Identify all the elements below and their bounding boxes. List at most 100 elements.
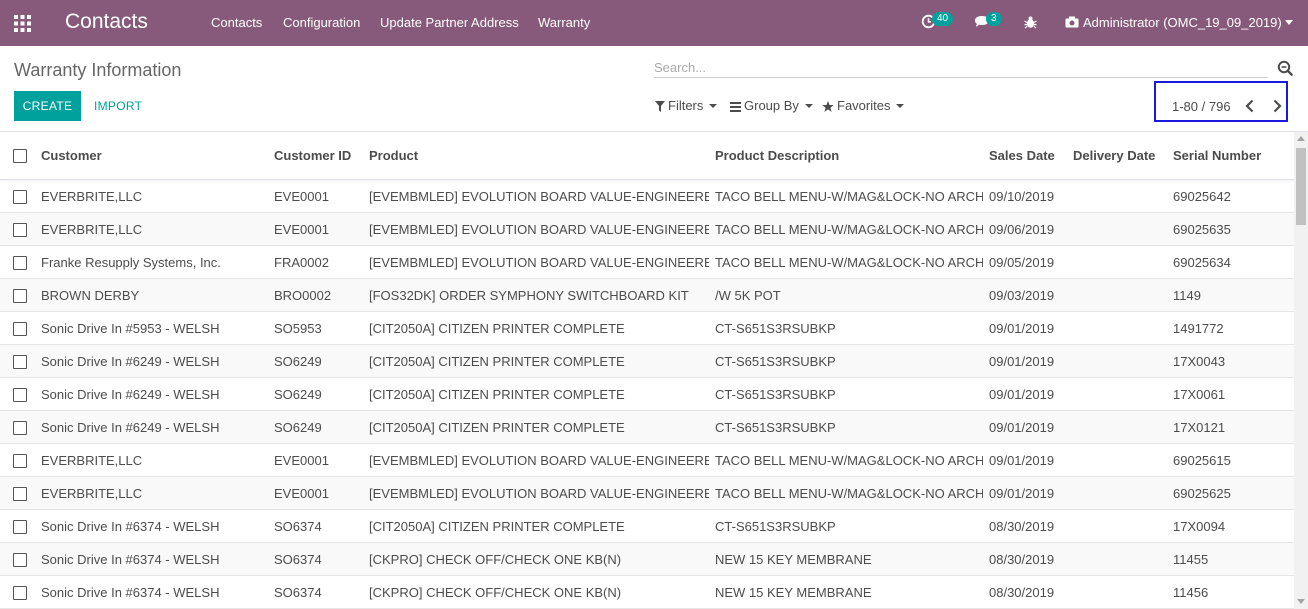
favorites-dropdown[interactable]: Favorites <box>822 98 905 114</box>
cell-serial-number: 69025634 <box>1173 255 1231 270</box>
cell-product-description: NEW 15 KEY MEMBRANE <box>715 585 872 600</box>
column-header-serial-number[interactable]: Serial Number <box>1173 132 1291 180</box>
table-row[interactable]: EVERBRITE,LLC EVE0001 [EVEMBMLED] EVOLUTIO… <box>0 477 1294 510</box>
cell-product: [CIT2050A] CITIZEN PRINTER COMPLETE <box>369 387 625 402</box>
cell-customer-id: SO6374 <box>274 552 322 567</box>
cell-sales-date: 09/05/2019 <box>989 255 1055 270</box>
cell-sales-date: 09/01/2019 <box>989 321 1055 336</box>
row-checkbox[interactable] <box>13 421 27 435</box>
messages-count-badge: 3 <box>986 12 1002 26</box>
menu-update-partner-address[interactable]: Update Partner Address <box>380 15 519 31</box>
group-by-caret-icon <box>804 104 813 108</box>
filters-dropdown[interactable]: Filters <box>655 98 718 114</box>
cell-product-description: CT-S651S3RSUBKP <box>715 354 836 369</box>
cell-serial-number: 69025642 <box>1173 189 1231 204</box>
table-row[interactable]: Sonic Drive In #6374 - WELSH SO6374 [CKPRO… <box>0 543 1294 576</box>
pager-previous-icon[interactable] <box>1244 99 1256 113</box>
scroll-up-arrow-icon[interactable] <box>1297 136 1305 141</box>
table-row[interactable]: Sonic Drive In #5953 - WELSH SO5953 [CIT20… <box>0 312 1294 345</box>
row-checkbox[interactable] <box>13 322 27 336</box>
row-checkbox[interactable] <box>13 586 27 600</box>
table-row[interactable]: Sonic Drive In #6249 - WELSH SO6249 [CIT20… <box>0 411 1294 444</box>
apps-grid-icon[interactable] <box>14 15 31 32</box>
row-checkbox[interactable] <box>13 487 27 501</box>
row-checkbox[interactable] <box>13 520 27 534</box>
cell-customer: Franke Resupply Systems, Inc. <box>41 255 221 270</box>
user-menu[interactable]: Administrator (OMC_19_09_2019) <box>1083 15 1282 31</box>
table-row[interactable]: EVERBRITE,LLC EVE0001 [EVEMBMLED] EVOLUTIO… <box>0 180 1294 213</box>
table-row[interactable]: Franke Resupply Systems, Inc. FRA0002 [EVE… <box>0 246 1294 279</box>
cell-product-description: CT-S651S3RSUBKP <box>715 387 836 402</box>
import-button[interactable]: IMPORT <box>94 91 142 121</box>
cell-customer-id: SO5953 <box>274 321 322 336</box>
column-header-product[interactable]: Product <box>369 132 709 180</box>
favorites-star-icon <box>822 101 834 112</box>
row-checkbox[interactable] <box>13 256 27 270</box>
cell-sales-date: 08/30/2019 <box>989 585 1055 600</box>
cell-serial-number: 69025625 <box>1173 486 1231 501</box>
select-all-checkbox[interactable] <box>13 149 27 163</box>
menu-configuration[interactable]: Configuration <box>283 15 360 31</box>
table-row[interactable]: EVERBRITE,LLC EVE0001 [EVEMBMLED] EVOLUTIO… <box>0 444 1294 477</box>
cell-product: [EVEMBMLED] EVOLUTION BOARD VALUE-ENGINE… <box>369 222 709 237</box>
column-header-customer[interactable]: Customer <box>41 132 266 180</box>
table-row[interactable]: EVERBRITE,LLC EVE0001 [EVEMBMLED] EVOLUTIO… <box>0 213 1294 246</box>
cell-serial-number: 17X0094 <box>1173 519 1226 534</box>
debug-bug-icon[interactable] <box>1024 15 1037 29</box>
list-scrollbar[interactable] <box>1294 132 1308 609</box>
cell-product: [EVEMBMLED] EVOLUTION BOARD VALUE-ENGINE… <box>369 486 709 501</box>
menu-contacts[interactable]: Contacts <box>211 15 262 31</box>
cell-product-description: TACO BELL MENU-W/MAG&LOCK-NO ARCH <box>715 453 983 468</box>
cell-sales-date: 09/01/2019 <box>989 453 1055 468</box>
cell-sales-date: 09/01/2019 <box>989 486 1055 501</box>
table-row[interactable]: Sonic Drive In #6249 - WELSH SO6249 [CIT20… <box>0 378 1294 411</box>
cell-product-description: TACO BELL MENU-W/MAG&LOCK-NO ARCH <box>715 255 983 270</box>
cell-product: [CIT2050A] CITIZEN PRINTER COMPLETE <box>369 321 625 336</box>
cell-sales-date: 09/01/2019 <box>989 387 1055 402</box>
scroll-down-arrow-icon[interactable] <box>1297 599 1305 604</box>
cell-serial-number: 69025615 <box>1173 453 1231 468</box>
cell-customer: EVERBRITE,LLC <box>41 222 143 237</box>
column-header-customer-id[interactable]: Customer ID <box>274 132 364 180</box>
cell-customer-id: EVE0001 <box>274 222 329 237</box>
table-row[interactable]: Sonic Drive In #6374 - WELSH SO6374 [CIT20… <box>0 510 1294 543</box>
cell-customer: EVERBRITE,LLC <box>41 453 143 468</box>
cell-serial-number: 11455 <box>1173 552 1209 567</box>
scrollbar-thumb[interactable] <box>1296 148 1306 225</box>
table-row[interactable]: Sonic Drive In #6249 - WELSH SO6249 [CIT20… <box>0 345 1294 378</box>
cell-customer-id: BRO0002 <box>274 288 332 303</box>
user-menu-caret-icon[interactable] <box>1285 20 1293 25</box>
filter-funnel-icon <box>655 101 665 112</box>
row-checkbox[interactable] <box>13 289 27 303</box>
cell-customer: BROWN DERBY <box>41 288 140 303</box>
pager-next-icon[interactable] <box>1271 99 1283 113</box>
row-checkbox[interactable] <box>13 388 27 402</box>
row-checkbox[interactable] <box>13 223 27 237</box>
group-by-dropdown[interactable]: Group By <box>730 98 813 114</box>
search-icon[interactable] <box>1277 60 1293 76</box>
app-title: Contacts <box>65 10 148 33</box>
cell-customer: Sonic Drive In #6374 - WELSH <box>41 552 220 567</box>
search-input[interactable] <box>654 57 1268 78</box>
table-row[interactable]: BROWN DERBY BRO0002 [FOS32DK] ORDER SYMPHO… <box>0 279 1294 312</box>
cell-customer: Sonic Drive In #6374 - WELSH <box>41 519 220 534</box>
cell-product: [EVEMBMLED] EVOLUTION BOARD VALUE-ENGINE… <box>369 255 709 270</box>
cell-customer-id: EVE0001 <box>274 189 329 204</box>
cell-customer: Sonic Drive In #6374 - WELSH <box>41 585 220 600</box>
pager-value[interactable]: 1-80 / 796 <box>1172 99 1231 115</box>
cell-customer: EVERBRITE,LLC <box>41 486 143 501</box>
create-button[interactable]: CREATE <box>14 91 81 121</box>
row-checkbox[interactable] <box>13 454 27 468</box>
row-checkbox[interactable] <box>13 553 27 567</box>
group-by-label: Group By <box>744 98 799 113</box>
table-row[interactable]: Sonic Drive In #6374 - WELSH SO6374 [CKPRO… <box>0 576 1294 609</box>
column-header-product-description[interactable]: Product Description <box>715 132 983 180</box>
column-header-delivery-date[interactable]: Delivery Date <box>1073 132 1169 180</box>
menu-warranty[interactable]: Warranty <box>538 15 590 31</box>
row-checkbox[interactable] <box>13 355 27 369</box>
cell-product: [CIT2050A] CITIZEN PRINTER COMPLETE <box>369 354 625 369</box>
row-checkbox[interactable] <box>13 190 27 204</box>
cell-sales-date: 09/01/2019 <box>989 420 1055 435</box>
cell-product-description: TACO BELL MENU-W/MAG&LOCK-NO ARCH <box>715 222 983 237</box>
column-header-sales-date[interactable]: Sales Date <box>989 132 1069 180</box>
